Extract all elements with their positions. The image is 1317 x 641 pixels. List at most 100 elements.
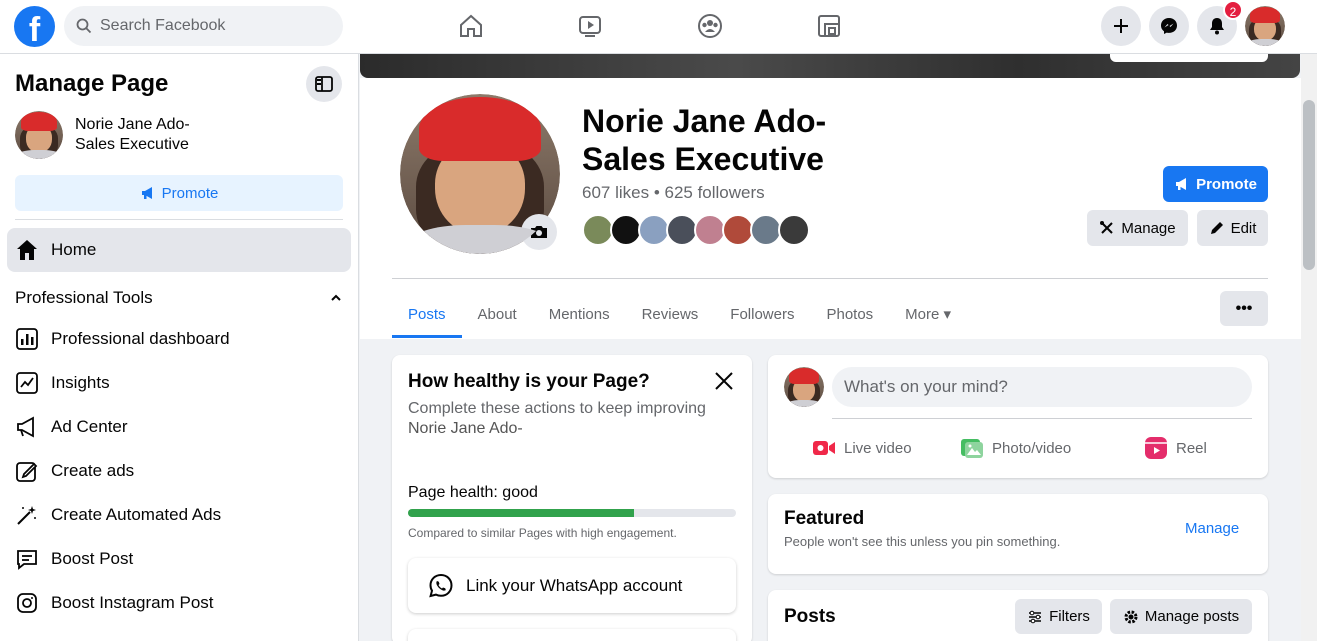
dashboard-icon [16, 328, 38, 350]
manage-posts-button[interactable]: Manage posts [1110, 599, 1252, 634]
chevron-up-icon [331, 294, 341, 301]
page-title: Norie Jane Ado- Sales Executive [582, 103, 827, 177]
composer-divider [832, 418, 1252, 419]
health-progress-fill [408, 509, 635, 517]
messenger-button[interactable] [1149, 6, 1189, 46]
home-icon [17, 240, 37, 260]
profile-tabs: Posts About Mentions Reviews Followers P… [392, 290, 967, 338]
live-video-icon [813, 441, 835, 455]
search-box[interactable] [64, 6, 343, 46]
bell-icon [1210, 18, 1224, 35]
health-progress-bar [408, 509, 736, 517]
tab-photos[interactable]: Photos [810, 290, 889, 338]
sidebar-item-ad-center[interactable]: Ad Center [15, 405, 343, 449]
sidebar-collapse-button[interactable] [306, 66, 342, 102]
tab-followers[interactable]: Followers [714, 290, 810, 338]
post-composer: Live video Photo/video Reel [768, 355, 1268, 478]
health-comparison-note: Compared to similar Pages with high enga… [408, 526, 677, 540]
featured-title: Featured [784, 508, 865, 529]
photo-video-button[interactable]: Photo/video [960, 435, 1071, 461]
plus-icon [1114, 19, 1128, 33]
featured-description: People won't see this unless you pin som… [784, 534, 1061, 549]
sidebar-item-professional-dashboard[interactable]: Professional dashboard [15, 317, 343, 361]
featured-manage-link[interactable]: Manage [1185, 520, 1239, 537]
tab-more[interactable]: More ▾ [889, 290, 967, 338]
sidebar-item-boost-post[interactable]: Boost Post [15, 537, 343, 581]
manage-button[interactable]: Manage [1087, 210, 1188, 246]
posts-card: Posts Filters Manage posts [768, 590, 1268, 641]
edit-cover-button[interactable] [1110, 54, 1268, 62]
health-title: How healthy is your Page? [408, 371, 650, 392]
tab-mentions[interactable]: Mentions [533, 290, 626, 338]
sidebar-item-boost-instagram-post[interactable]: Boost Instagram Post [15, 581, 343, 625]
ellipsis-icon: ••• [1235, 299, 1253, 317]
professional-tools-list: Professional dashboard Insights Ad Cente… [15, 317, 343, 625]
notifications-button[interactable]: 2 [1197, 0, 1243, 46]
next-health-action[interactable] [408, 629, 736, 641]
search-icon [76, 18, 92, 34]
facebook-logo[interactable]: f [14, 6, 55, 47]
notification-count-badge: 2 [1223, 0, 1243, 20]
account-avatar[interactable] [1245, 6, 1285, 46]
live-video-button[interactable]: Live video [812, 435, 912, 461]
health-status: Page health: good [408, 484, 538, 501]
sidebar-promote-button[interactable]: Promote [15, 175, 343, 211]
professional-tools-header[interactable]: Professional Tools [15, 288, 343, 308]
insights-icon [16, 372, 38, 394]
manage-page-sidebar: Manage Page Norie Jane Ado- Sales Execut… [0, 54, 359, 641]
messenger-icon [1161, 18, 1177, 34]
reel-icon [1145, 437, 1167, 459]
sidebar-toggle-icon [315, 76, 333, 92]
groups-icon [698, 14, 722, 38]
posts-title: Posts [784, 606, 836, 627]
promote-button[interactable]: Promote [1163, 166, 1268, 202]
filter-icon [1029, 610, 1042, 623]
watch-nav-button[interactable] [574, 10, 606, 42]
search-input[interactable] [100, 17, 320, 35]
photo-icon [961, 439, 983, 458]
sidebar-item-create-ads[interactable]: Create ads [15, 449, 343, 493]
tools-icon [1100, 221, 1114, 234]
gaming-icon [818, 15, 840, 37]
top-navigation-bar: f 2 [0, 0, 1317, 54]
home-nav-button[interactable] [455, 10, 487, 42]
megaphone-icon [1176, 178, 1187, 190]
pencil-icon [1210, 222, 1223, 234]
scrollbar-thumb[interactable] [1303, 100, 1315, 270]
page-stats[interactable]: 607 likes • 625 followers [582, 183, 765, 203]
profile-picture[interactable] [396, 90, 564, 258]
sidebar-divider [15, 219, 343, 220]
pencil-icon [16, 462, 38, 482]
edit-button[interactable]: Edit [1197, 210, 1268, 246]
filters-button[interactable]: Filters [1015, 599, 1102, 634]
more-options-button[interactable]: ••• [1220, 291, 1268, 326]
status-input[interactable] [832, 367, 1252, 407]
megaphone-icon [141, 187, 152, 199]
sidebar-item-home[interactable]: Home [7, 228, 351, 272]
megaphone-icon [17, 416, 34, 438]
reel-button[interactable]: Reel [1144, 435, 1207, 461]
tab-about[interactable]: About [462, 290, 533, 338]
whatsapp-icon [429, 573, 453, 597]
groups-nav-button[interactable] [694, 10, 726, 42]
sidebar-page-profile[interactable]: Norie Jane Ado- Sales Executive [15, 111, 190, 159]
follower-avatars [582, 214, 810, 246]
home-icon [460, 14, 482, 37]
gaming-nav-button[interactable] [813, 10, 845, 42]
tab-posts[interactable]: Posts [392, 290, 462, 338]
health-description: Complete these actions to keep improving… [408, 400, 706, 437]
tab-reviews[interactable]: Reviews [626, 290, 715, 338]
link-whatsapp-button[interactable]: Link your WhatsApp account [408, 558, 736, 613]
composer-avatar [784, 367, 824, 407]
featured-card: Featured People won't see this unless yo… [768, 494, 1268, 574]
sidebar-item-insights[interactable]: Insights [15, 361, 343, 405]
watch-icon [579, 16, 601, 37]
sidebar-page-name: Norie Jane Ado- Sales Executive [75, 116, 190, 153]
follower-avatar[interactable] [778, 214, 810, 246]
create-button[interactable] [1101, 6, 1141, 46]
sidebar-item-create-automated-ads[interactable]: Create Automated Ads [15, 493, 343, 537]
page-health-card: How healthy is your Page? Complete these… [392, 355, 752, 641]
boost-icon [17, 550, 37, 570]
close-icon[interactable] [712, 369, 736, 393]
magic-wand-icon [17, 506, 36, 525]
